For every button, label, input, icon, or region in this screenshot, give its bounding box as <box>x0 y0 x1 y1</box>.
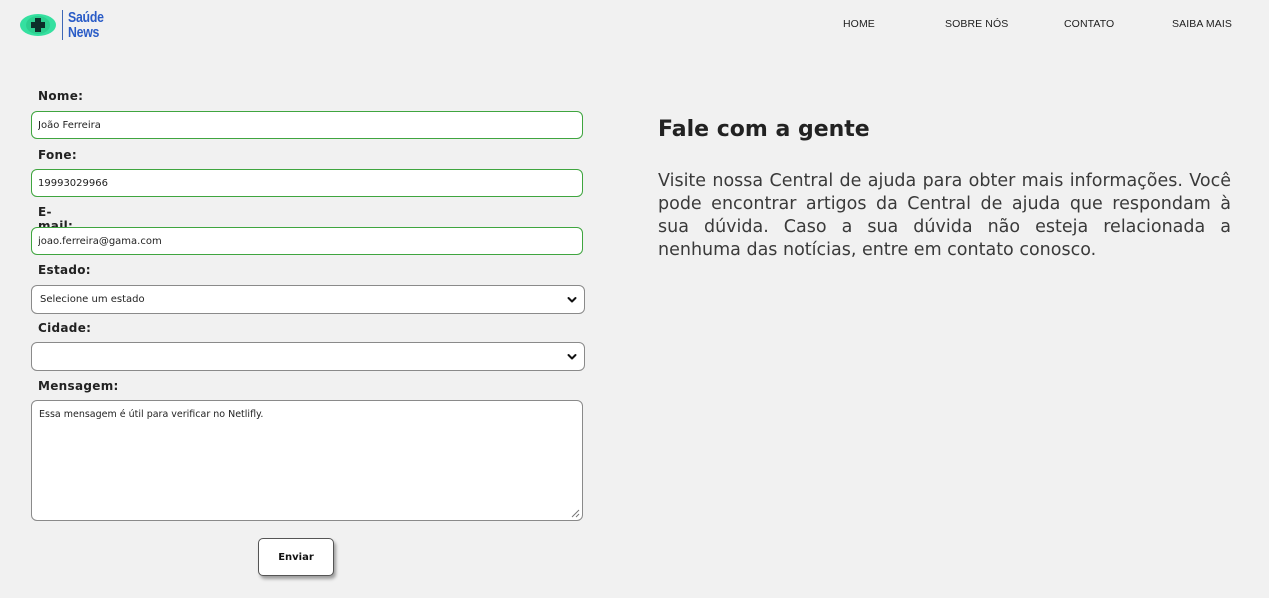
mensagem-label: Mensagem: <box>38 379 119 393</box>
chevron-down-icon <box>566 351 578 363</box>
nome-label: Nome: <box>38 89 84 103</box>
chevron-down-icon <box>566 294 578 306</box>
mensagem-textarea[interactable]: Essa mensagem é útil para verificar no N… <box>31 400 583 521</box>
enviar-button[interactable]: Enviar <box>258 538 334 576</box>
info-title: Fale com a gente <box>658 117 870 142</box>
cidade-select[interactable] <box>31 342 585 371</box>
resize-handle-icon[interactable] <box>571 509 580 518</box>
cidade-label: Cidade: <box>38 321 92 335</box>
main-nav: HOME SOBRE NÓS CONTATO SAIBA MAIS <box>0 18 1269 32</box>
fone-input[interactable] <box>31 169 583 197</box>
site-header: Saúde News HOME SOBRE NÓS CONTATO SAIBA … <box>0 0 1269 52</box>
nav-contato-link[interactable]: CONTATO <box>1064 18 1114 30</box>
nav-home-link[interactable]: HOME <box>843 18 875 30</box>
nav-sobre-nos-link[interactable]: SOBRE NÓS <box>945 18 1008 30</box>
nome-input[interactable] <box>31 111 583 139</box>
fone-label: Fone: <box>38 148 77 162</box>
estado-label: Estado: <box>38 263 91 277</box>
nav-saiba-mais-link[interactable]: SAIBA MAIS <box>1172 18 1232 30</box>
info-text: Visite nossa Central de ajuda para obter… <box>658 171 1231 260</box>
mensagem-text: Essa mensagem é útil para verificar no N… <box>39 409 264 420</box>
email-input[interactable] <box>31 227 583 255</box>
estado-select[interactable]: Selecione um estado <box>31 285 585 314</box>
estado-selected-value: Selecione um estado <box>40 294 145 305</box>
